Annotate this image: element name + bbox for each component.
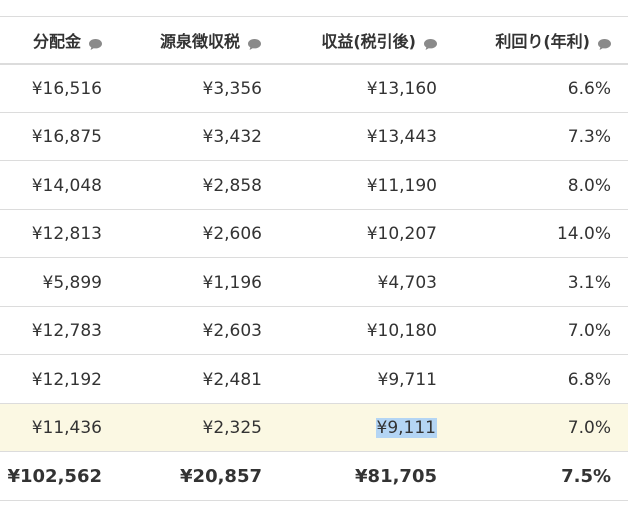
cell-dividend: ¥11,436 — [31, 417, 102, 438]
cell-yield: 6.6% — [567, 78, 611, 99]
cell-net-income: ¥13,443 — [366, 126, 437, 147]
column-header-label: 収益(税引後) — [321, 32, 416, 51]
total-dividend: ¥102,562 — [7, 466, 102, 487]
table-row: ¥16,875 ¥3,432 ¥13,443 7.3% — [0, 113, 628, 161]
cell-net-income: ¥11,190 — [366, 175, 437, 196]
cell-yield: 6.8% — [567, 369, 611, 390]
table-row: ¥16,516 ¥3,356 ¥13,160 6.6% — [0, 65, 628, 113]
dividend-table: 分配金 源泉徴収税 収益(税引後) 利回り(年利) ¥16,516 ¥3,356… — [0, 0, 638, 512]
cell-withholding-tax: ¥2,481 — [202, 369, 262, 390]
column-header-withholding-tax[interactable]: 源泉徴収税 — [102, 17, 262, 63]
table-row: ¥14,048 ¥2,858 ¥11,190 8.0% — [0, 162, 628, 210]
cell-dividend: ¥12,783 — [31, 320, 102, 341]
cell-yield: 14.0% — [556, 223, 611, 244]
cell-withholding-tax: ¥2,325 — [202, 417, 262, 438]
cell-dividend: ¥5,899 — [42, 272, 102, 293]
cell-net-income: ¥10,207 — [366, 223, 437, 244]
cell-yield: 8.0% — [567, 175, 611, 196]
cell-withholding-tax: ¥2,858 — [202, 175, 262, 196]
cell-dividend: ¥12,813 — [31, 223, 102, 244]
cell-withholding-tax: ¥2,606 — [202, 223, 262, 244]
column-header-yield[interactable]: 利回り(年利) — [437, 17, 612, 63]
cell-net-income: ¥9,711 — [377, 369, 437, 390]
column-header-label: 分配金 — [32, 32, 81, 51]
cell-dividend: ¥12,192 — [31, 369, 102, 390]
comment-icon[interactable] — [597, 36, 612, 50]
cell-withholding-tax: ¥3,356 — [202, 78, 262, 99]
cell-net-income: ¥4,703 — [377, 272, 437, 293]
table-row: ¥12,783 ¥2,603 ¥10,180 7.0% — [0, 307, 628, 355]
total-net-income: ¥81,705 — [355, 466, 437, 487]
cell-yield: 3.1% — [567, 272, 611, 293]
cell-dividend: ¥16,516 — [31, 78, 102, 99]
selected-text[interactable]: ¥9,111 — [375, 417, 437, 438]
comment-icon[interactable] — [423, 36, 438, 50]
column-header-label: 源泉徴収税 — [159, 32, 240, 51]
column-header-label: 利回り(年利) — [495, 32, 590, 51]
cell-yield: 7.0% — [567, 320, 611, 341]
table-row: ¥12,192 ¥2,481 ¥9,711 6.8% — [0, 356, 628, 404]
cell-net-income: ¥13,160 — [366, 78, 437, 99]
comment-icon[interactable] — [247, 36, 262, 50]
column-header-net-income[interactable]: 収益(税引後) — [262, 17, 438, 63]
cell-withholding-tax: ¥3,432 — [202, 126, 262, 147]
cell-withholding-tax: ¥2,603 — [202, 320, 262, 341]
cell-withholding-tax: ¥1,196 — [202, 272, 262, 293]
cell-yield: 7.3% — [567, 126, 611, 147]
total-yield: 7.5% — [561, 466, 611, 487]
table-row: ¥5,899 ¥1,196 ¥4,703 3.1% — [0, 259, 628, 307]
cell-dividend: ¥16,875 — [31, 126, 102, 147]
total-withholding-tax: ¥20,857 — [180, 466, 262, 487]
cell-yield: 7.0% — [567, 417, 611, 438]
cell-net-income[interactable]: ¥9,111 — [262, 404, 437, 451]
table-row: ¥12,813 ¥2,606 ¥10,207 14.0% — [0, 210, 628, 258]
table-row-highlighted: ¥11,436 ¥2,325 ¥9,111 7.0% — [0, 404, 628, 452]
cell-dividend: ¥14,048 — [31, 175, 102, 196]
cell-net-income: ¥10,180 — [366, 320, 437, 341]
column-header-dividend[interactable]: 分配金 — [0, 17, 103, 63]
table-total-row: ¥102,562 ¥20,857 ¥81,705 7.5% — [0, 453, 628, 501]
table-header: 分配金 源泉徴収税 収益(税引後) 利回り(年利) — [0, 16, 628, 65]
comment-icon[interactable] — [88, 36, 103, 50]
